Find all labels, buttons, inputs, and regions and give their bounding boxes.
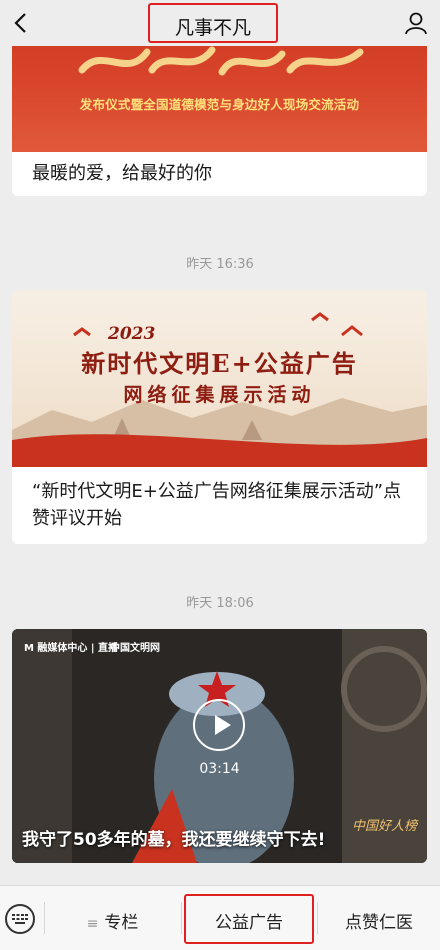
play-button[interactable]: [193, 699, 245, 751]
article-card-2[interactable]: 2023 新时代文明E+公益广告 网络征集展示活动 “新时代文明E+公益广告网络…: [12, 290, 427, 544]
bottom-menu-bar: ≡ 专栏 公益广告 点赞仁医: [0, 885, 440, 950]
chevron-left-icon[interactable]: [8, 9, 36, 37]
keyboard-icon[interactable]: [5, 904, 35, 934]
title-highlight: 凡事不凡: [148, 3, 278, 43]
banner-subheadline: 网络征集展示活动: [123, 384, 316, 406]
play-icon: [215, 715, 231, 735]
banner-calligraphy: [78, 46, 364, 76]
menu-item-column[interactable]: ≡ 专栏: [45, 886, 180, 950]
media-center-logo: M 融媒体中心 | 直播: [24, 643, 119, 654]
page-title: 凡事不凡: [174, 17, 251, 39]
menu-item-column-content: ≡ 专栏: [45, 908, 180, 933]
list-icon: ≡: [86, 916, 99, 932]
top-bar: 凡事不凡: [0, 0, 440, 46]
video-card[interactable]: M 融媒体中心 | 直播 中国文明网 03:14 中国好人榜 我守了50多年的墓…: [12, 629, 427, 863]
video-caption: 我守了50多年的墓，我还要继续守下去!: [22, 830, 326, 850]
article-title-2: “新时代文明E+公益广告网络征集展示活动”点赞评议开始: [32, 481, 402, 529]
message-feed[interactable]: 发布仪式暨全国道德模范与身边好人现场交流活动 最暖的爱，给最好的你 昨天 16:…: [0, 0, 440, 885]
civilization-net-logo: 中国文明网: [110, 643, 160, 654]
menu-highlight: [184, 894, 314, 944]
timestamp-1: 昨天 16:36: [186, 257, 254, 272]
video-corner-logo: 中国好人榜: [351, 819, 417, 834]
banner-headline: 新时代文明E+公益广告: [81, 349, 358, 378]
video-duration: 03:14: [199, 761, 240, 777]
banner-subtitle: 发布仪式暨全国道德模范与身边好人现场交流活动: [79, 97, 360, 112]
person-icon[interactable]: [402, 9, 430, 37]
banner-year: 2023: [108, 324, 156, 344]
menu-label-column: 专栏: [104, 913, 139, 933]
article-image-2[interactable]: 2023 新时代文明E+公益广告 网络征集展示活动: [12, 290, 427, 467]
keyboard-keys: [12, 914, 28, 924]
timestamp-2: 昨天 18:06: [186, 596, 254, 611]
article-title-1: 最暖的爱，给最好的你: [32, 163, 212, 184]
menu-label-like-doctor: 点赞仁医: [345, 913, 413, 933]
menu-item-like-doctor[interactable]: 点赞仁医: [318, 886, 440, 950]
